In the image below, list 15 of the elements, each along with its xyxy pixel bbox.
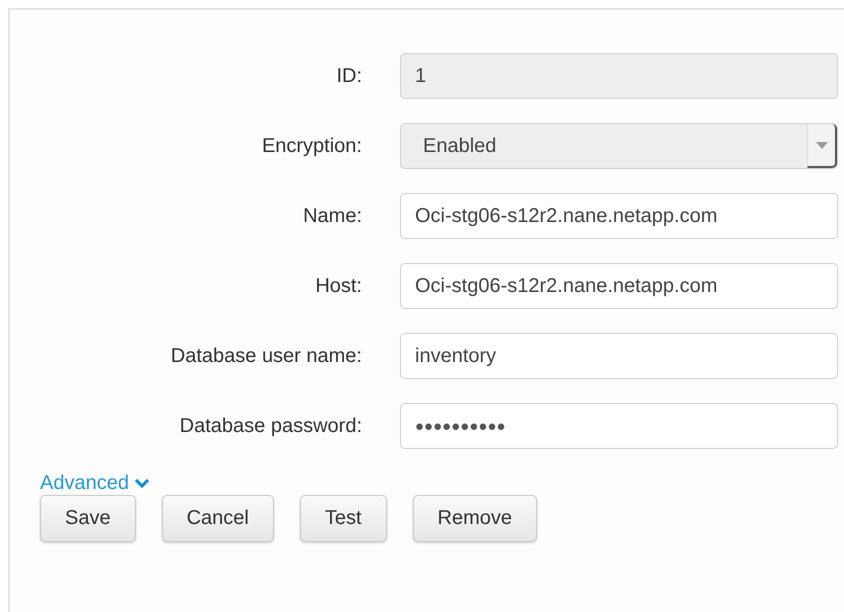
action-button[interactable]: Cancel <box>162 495 274 542</box>
field-label: Name: <box>302 204 362 228</box>
input-field[interactable]: inventory <box>400 333 838 379</box>
password-field[interactable]: ●●●●●●●●●● <box>400 403 838 449</box>
input-field[interactable]: Oci-stg06-s12r2.nane.netapp.com <box>400 263 838 309</box>
field-label: Database user name: <box>170 344 362 368</box>
input-field[interactable]: Oci-stg06-s12r2.nane.netapp.com <box>400 193 838 239</box>
chevron-icon[interactable] <box>134 478 150 488</box>
field-label: Database password: <box>178 414 362 438</box>
action-button[interactable]: Test <box>300 495 387 542</box>
action-button[interactable]: Remove <box>412 495 538 542</box>
field-label: Encryption: <box>260 134 362 158</box>
action-button[interactable]: Save <box>40 495 136 542</box>
field-label: Host: <box>314 274 362 298</box>
field-label: ID: <box>335 64 362 88</box>
